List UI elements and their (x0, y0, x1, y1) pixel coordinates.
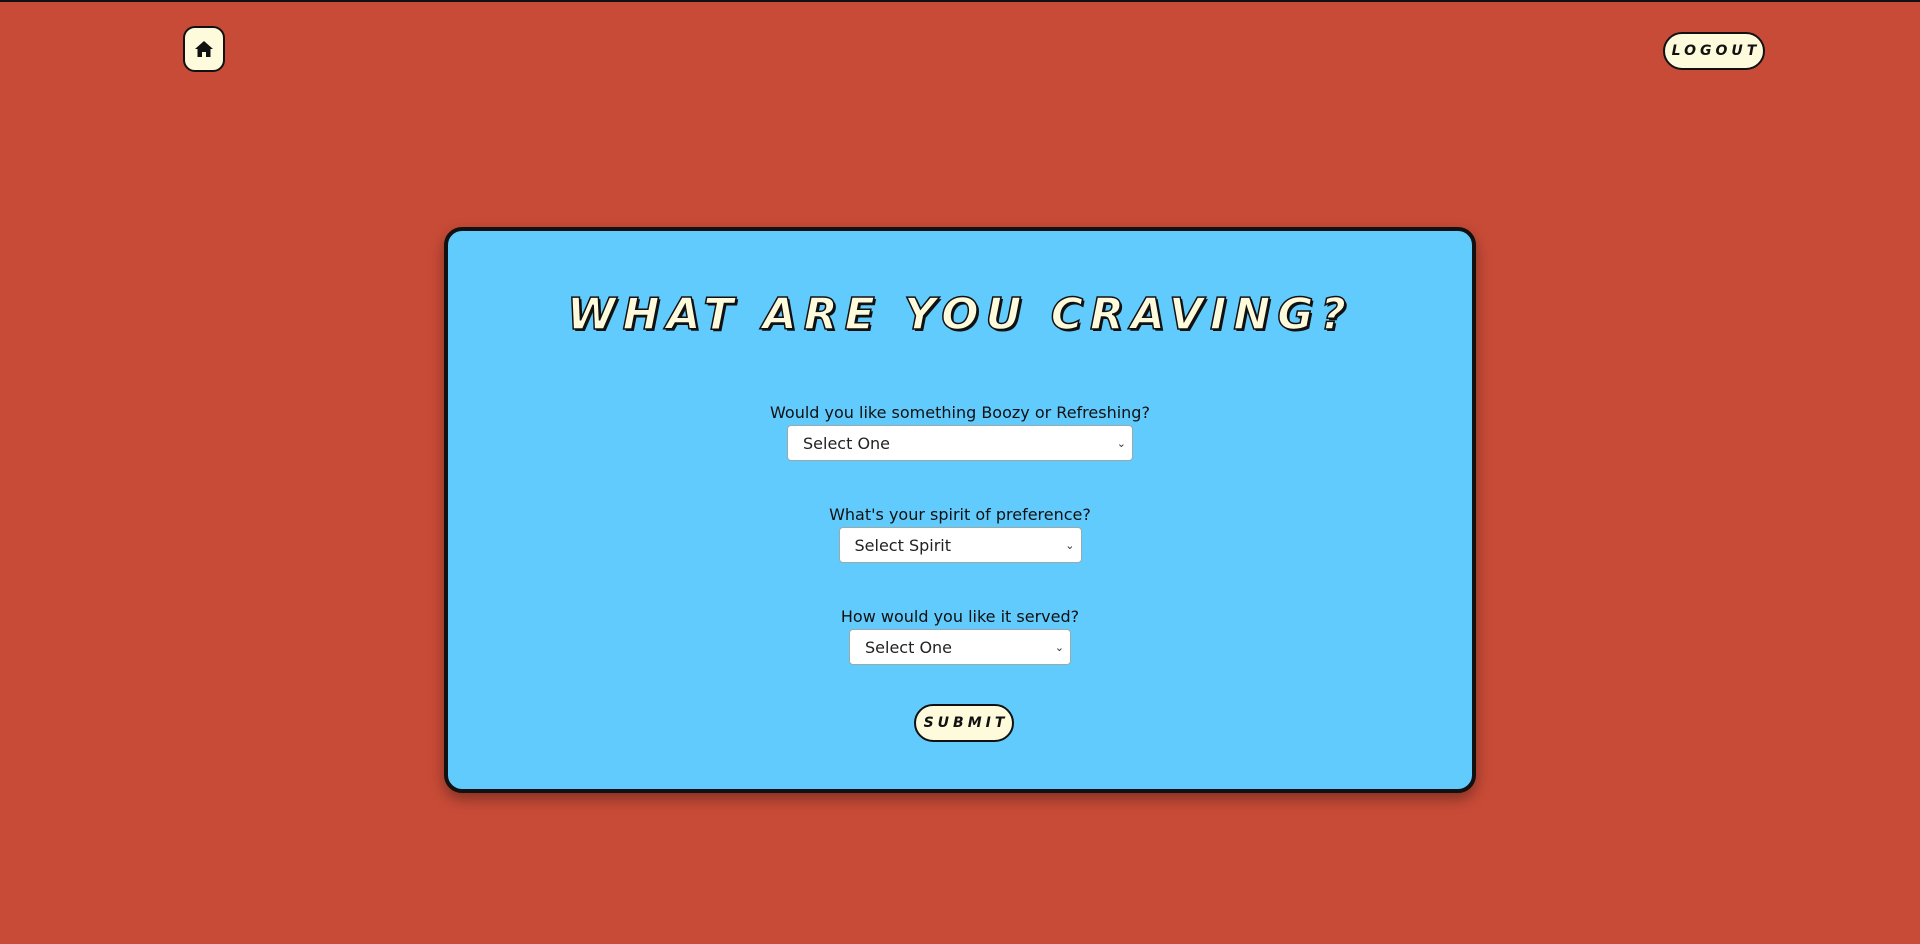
served-style-label: How would you like it served? (840, 607, 1080, 626)
boozy-or-refreshing-field: Would you like something Boozy or Refres… (448, 403, 1472, 461)
spirit-field: What's your spirit of preference? Select… (448, 505, 1472, 563)
served-style-selected-value: Select One (865, 637, 953, 657)
home-button[interactable] (183, 26, 225, 72)
submit-button[interactable]: SUBMIT (914, 704, 1014, 742)
spirit-label: What's your spirit of preference? (829, 505, 1091, 524)
spirit-select[interactable]: Select Spirit ⌄ (838, 527, 1082, 563)
home-icon (194, 40, 214, 58)
chevron-down-icon: ⌄ (1065, 538, 1075, 552)
boozy-or-refreshing-label: Would you like something Boozy or Refres… (770, 403, 1150, 422)
page-title: What are you craving? (566, 288, 1353, 341)
logout-button[interactable]: LOGOUT (1663, 32, 1765, 70)
boozy-or-refreshing-selected-value: Select One (803, 433, 891, 453)
chevron-down-icon: ⌄ (1116, 436, 1126, 450)
boozy-or-refreshing-select[interactable]: Select One ⌄ (787, 425, 1133, 461)
served-style-select[interactable]: Select One ⌄ (849, 629, 1071, 665)
craving-form-card: What are you craving? Would you like som… (444, 227, 1476, 793)
spirit-selected-value: Select Spirit (854, 535, 952, 555)
served-style-field: How would you like it served? Select One… (448, 607, 1472, 665)
chevron-down-icon: ⌄ (1054, 640, 1064, 654)
